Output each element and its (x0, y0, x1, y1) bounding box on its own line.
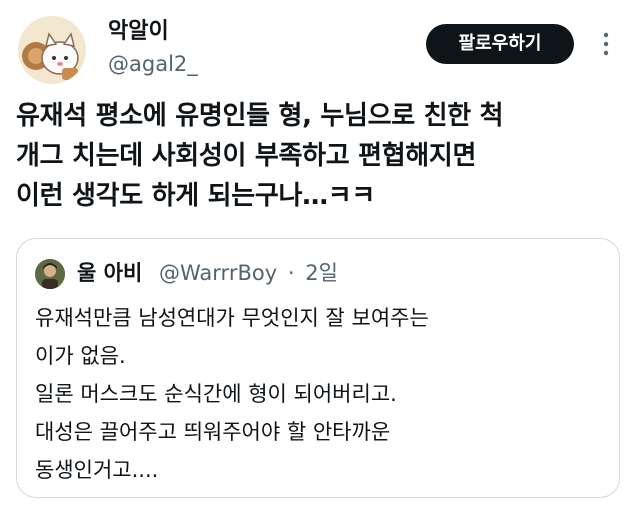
author-handle[interactable]: @agal2_ (108, 50, 198, 78)
quoted-handle[interactable]: @WarrrBoy (159, 261, 277, 285)
cat-avatar-icon (18, 16, 86, 84)
quoted-line: 동생인거고.... (35, 458, 159, 482)
tweet-line: 이런 생각도 하게 되는구나…ㅋㅋ (16, 181, 376, 211)
person-avatar-icon (35, 259, 65, 289)
quoted-time[interactable]: 2일 (305, 261, 338, 285)
quoted-tweet[interactable]: 울 아비 @WarrrBoy · 2일 유재석만큼 남성연대가 무엇인지 잘 보… (16, 238, 620, 498)
quoted-line: 이가 없음. (35, 344, 126, 368)
meta-separator: · (287, 261, 295, 285)
quoted-tweet-text: 유재석만큼 남성연대가 무엇인지 잘 보여주는 이가 없음. 일론 머스크도 순… (35, 299, 595, 489)
author-names: 악알이 @agal2_ (108, 18, 198, 78)
author-display-name[interactable]: 악알이 (108, 18, 198, 46)
more-options-icon[interactable] (600, 30, 612, 58)
follow-button[interactable]: 팔로우하기 (426, 24, 574, 64)
tweet-line: 개그 치는데 사회성이 부족하고 편협해지면 (16, 141, 477, 171)
tweet-text: 유재석 평소에 유명인들 형, 누님으로 친한 척 개그 치는데 사회성이 부족… (16, 96, 626, 216)
quoted-line: 일론 머스크도 순식간에 형이 되어버리고. (35, 382, 397, 406)
tweet-line: 유재석 평소에 유명인들 형, 누님으로 친한 척 (16, 101, 504, 131)
quoted-line: 대성은 끌어주고 띄워주어야 할 안타까운 (35, 420, 391, 444)
quoted-line: 유재석만큼 남성연대가 무엇인지 잘 보여주는 (35, 306, 429, 330)
quoted-author-avatar[interactable] (35, 259, 65, 289)
quoted-meta: @WarrrBoy · 2일 (159, 259, 342, 287)
quoted-display-name[interactable]: 울 아비 (77, 259, 142, 287)
author-avatar[interactable] (18, 16, 86, 84)
tweet-header: 악알이 @agal2_ 팔로우하기 (16, 12, 624, 84)
